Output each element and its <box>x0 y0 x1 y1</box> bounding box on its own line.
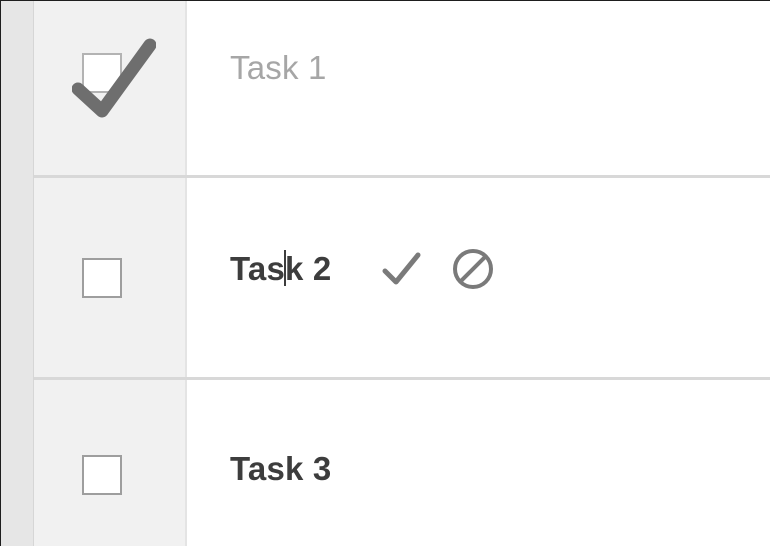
task-row-1: Task 1 <box>34 1 770 175</box>
task-2-label-before-caret: Tas <box>230 250 286 287</box>
task-1-text-cell[interactable]: Task 1 <box>187 1 770 175</box>
task-3-label[interactable]: Task 3 <box>230 450 332 488</box>
task-1-checkbox[interactable] <box>82 53 122 93</box>
task-row-2: Task 2 <box>34 178 770 377</box>
left-gutter <box>1 1 34 546</box>
confirm-check-icon[interactable] <box>379 246 425 292</box>
task-2-checkbox[interactable] <box>82 258 122 298</box>
task-3-checkbox[interactable] <box>82 455 122 495</box>
task-3-text-cell[interactable]: Task 3 <box>187 380 770 546</box>
task-1-check-cell <box>34 1 187 175</box>
task-row-3: Task 3 <box>34 380 770 546</box>
todo-app-frame: Task 1 Task 2 Task 3 <box>0 0 770 546</box>
task-2-edit-field[interactable]: Task 2 <box>230 250 332 288</box>
task-2-text-cell[interactable]: Task 2 <box>187 178 770 377</box>
task-1-label[interactable]: Task 1 <box>230 49 327 87</box>
task-list: Task 1 Task 2 Task 3 <box>34 1 770 546</box>
task-2-label-after-caret: k 2 <box>285 250 332 287</box>
task-2-check-cell <box>34 178 187 377</box>
cancel-icon[interactable] <box>450 246 496 292</box>
task-3-check-cell <box>34 380 187 546</box>
